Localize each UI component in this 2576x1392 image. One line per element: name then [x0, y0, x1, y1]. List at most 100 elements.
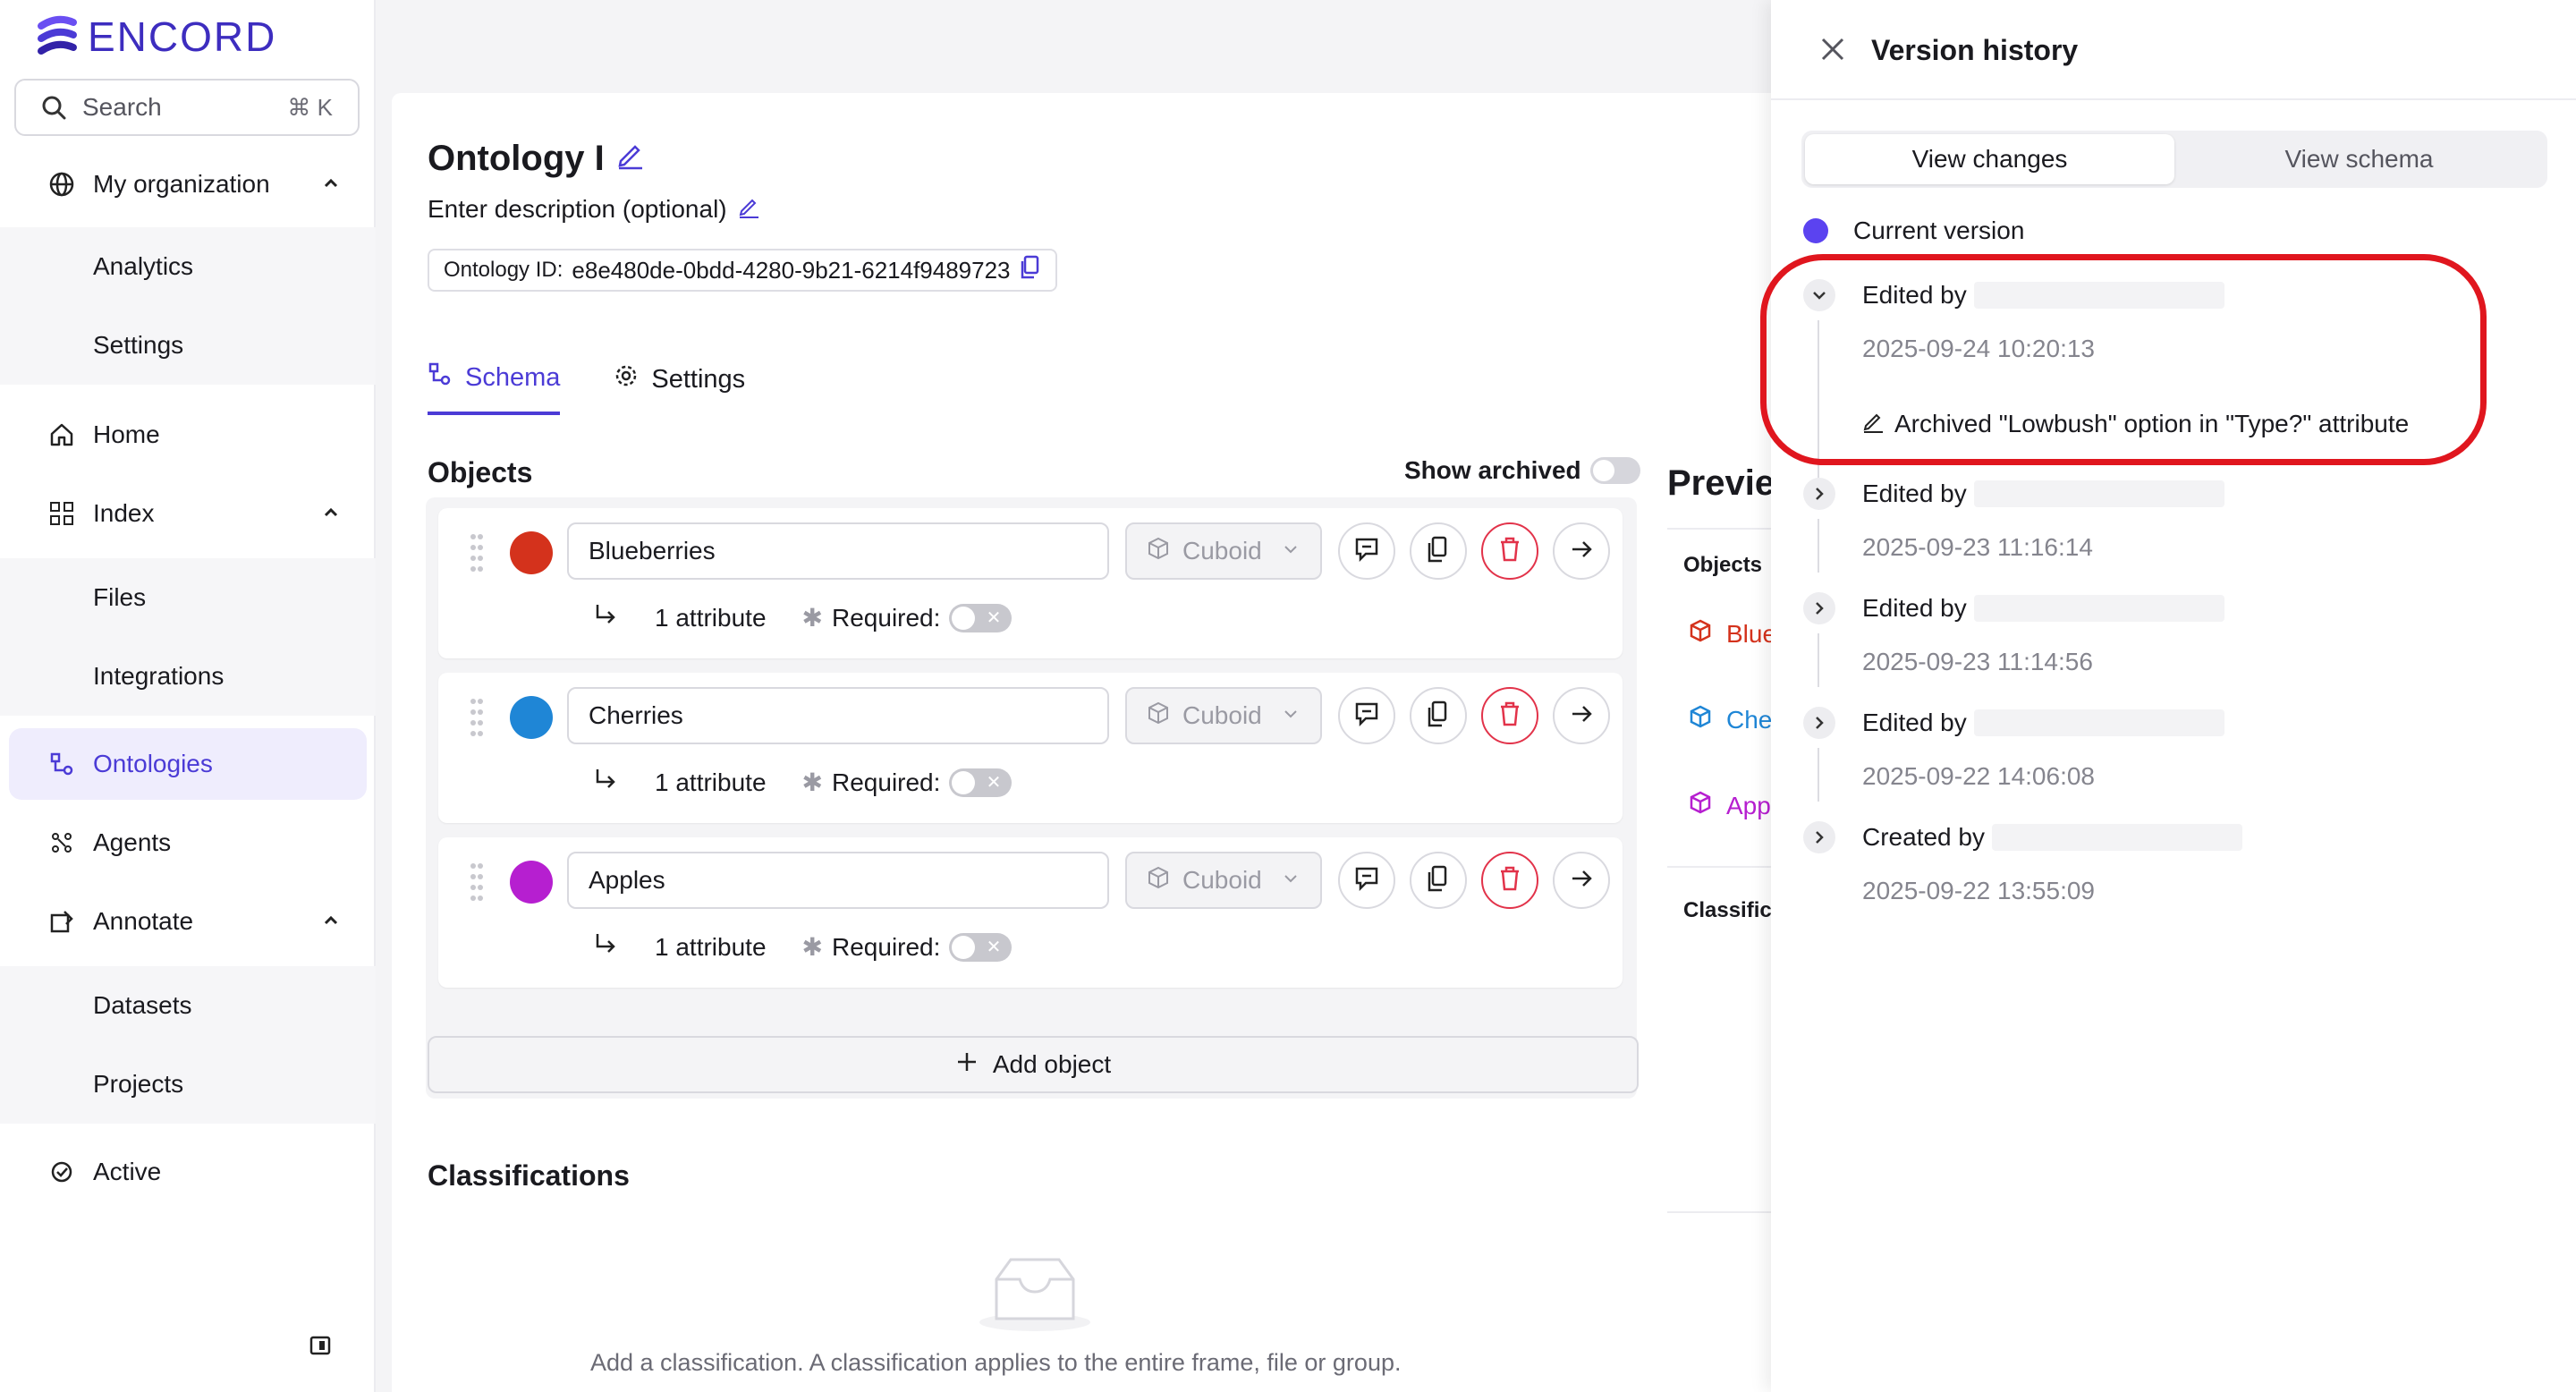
sidebar-item-analytics[interactable]: Analytics [0, 227, 376, 306]
copy-icon [1426, 865, 1451, 896]
preview-object-label: Che [1726, 705, 1773, 734]
duplicate-button[interactable] [1410, 687, 1467, 744]
delete-button[interactable] [1481, 687, 1538, 744]
sidebar-item-integrations[interactable]: Integrations [0, 637, 376, 716]
cube-icon [1689, 791, 1712, 820]
active-icon [47, 1159, 77, 1185]
home-icon [47, 421, 77, 448]
show-archived-toggle[interactable] [1589, 457, 1640, 484]
search-placeholder: Search [82, 93, 162, 121]
shape-select[interactable]: Cuboid [1125, 522, 1322, 580]
copy-icon [1426, 536, 1451, 567]
show-archived-control: Show archived [1404, 456, 1640, 485]
cube-icon [1147, 537, 1170, 566]
logo[interactable]: ENCORD [36, 13, 276, 61]
show-archived-label: Show archived [1404, 456, 1581, 484]
version-entry-header[interactable]: Edited by [1803, 707, 2537, 739]
chevron-right-icon [1803, 592, 1835, 624]
delete-button[interactable] [1481, 522, 1538, 580]
drag-handle-icon[interactable] [469, 531, 485, 579]
view-schema-button[interactable]: View schema [2174, 134, 2544, 184]
required-control: ✱ Required: [802, 603, 1013, 632]
asterisk-icon: ✱ [801, 768, 823, 796]
duplicate-button[interactable] [1410, 522, 1467, 580]
required-toggle[interactable] [949, 603, 1013, 632]
version-history-panel: Version history View changes View schema… [1771, 0, 2576, 1392]
sidebar-item-active[interactable]: Active [0, 1136, 376, 1208]
sidebar-item-home[interactable]: Home [0, 399, 376, 471]
sidebar-item-files[interactable]: Files [0, 558, 376, 637]
tab-settings[interactable]: Settings [614, 361, 745, 415]
app-root: ENCORD Search ⌘ K My organization Analyt… [0, 0, 2576, 1392]
open-object-button[interactable] [1553, 687, 1610, 744]
ontology-description: Enter description (optional) [428, 193, 761, 225]
close-icon[interactable] [1818, 34, 1848, 69]
attribute-count[interactable]: 1 attribute [655, 933, 767, 962]
chevron-up-icon [318, 499, 343, 530]
sidebar-item-settings[interactable]: Settings [0, 306, 376, 385]
drag-handle-icon[interactable] [469, 861, 485, 908]
sidebar-item-datasets[interactable]: Datasets [0, 966, 376, 1045]
drag-handle-icon[interactable] [469, 696, 485, 743]
open-object-button[interactable] [1553, 852, 1610, 909]
object-color-swatch[interactable] [510, 696, 553, 739]
view-changes-button[interactable]: View changes [1805, 134, 2174, 184]
sidebar-item-ontologies[interactable]: Ontologies [9, 728, 367, 800]
current-version-dot [1803, 218, 1828, 243]
required-toggle[interactable] [949, 932, 1013, 962]
attribute-count[interactable]: 1 attribute [655, 768, 767, 797]
collapse-sidebar-icon[interactable] [309, 1335, 331, 1361]
shape-select[interactable]: Cuboid [1125, 852, 1322, 909]
object-color-swatch[interactable] [510, 861, 553, 904]
annotate-icon [47, 908, 77, 935]
add-attribute-button[interactable] [1338, 687, 1395, 744]
tab-schema[interactable]: Schema [428, 361, 561, 415]
duplicate-button[interactable] [1410, 852, 1467, 909]
open-object-button[interactable] [1553, 522, 1610, 580]
shape-select[interactable]: Cuboid [1125, 687, 1322, 744]
search-input[interactable]: Search ⌘ K [14, 79, 360, 136]
arrow-right-icon [1569, 537, 1594, 566]
add-attribute-button[interactable] [1338, 522, 1395, 580]
sidebar-item-projects[interactable]: Projects [0, 1045, 376, 1124]
delete-button[interactable] [1481, 852, 1538, 909]
object-name-input[interactable]: Apples [567, 852, 1109, 909]
preview-object-item[interactable]: Blue [1689, 619, 1776, 649]
object-color-swatch[interactable] [510, 531, 553, 574]
shape-value: Cuboid [1182, 537, 1262, 564]
cube-icon [1689, 619, 1712, 649]
required-toggle[interactable] [949, 768, 1013, 797]
empty-state-text: Add a classification. A classification a… [590, 1349, 1402, 1376]
edit-description-icon[interactable] [736, 193, 761, 225]
sidebar-item-label: Ontologies [93, 750, 213, 777]
ontology-id-label: Ontology ID: [444, 258, 564, 282]
required-label: Required: [832, 768, 941, 796]
subdirectory-arrow-icon [592, 930, 619, 963]
sidebar-item-index[interactable]: Index [0, 478, 376, 549]
add-object-button[interactable]: Add object [428, 1036, 1639, 1093]
sidebar-item-my-organization[interactable]: My organization [0, 149, 376, 220]
version-entry-header[interactable]: Edited by [1803, 478, 2537, 510]
version-action: Edited by [1862, 709, 1967, 736]
current-version-row[interactable]: Current version [1803, 216, 2024, 245]
preview-object-item[interactable]: App [1689, 791, 1771, 820]
sidebar: ENCORD Search ⌘ K My organization Analyt… [0, 0, 376, 1392]
attribute-row: 1 attribute ✱ Required: [592, 930, 1013, 963]
sidebar-item-annotate[interactable]: Annotate [0, 886, 376, 957]
add-attribute-button[interactable] [1338, 852, 1395, 909]
edit-title-icon[interactable] [614, 138, 646, 179]
sidebar-item-agents[interactable]: Agents [0, 807, 376, 878]
preview-object-item[interactable]: Che [1689, 705, 1772, 734]
shape-value: Cuboid [1182, 701, 1262, 729]
attribute-count[interactable]: 1 attribute [655, 604, 767, 632]
object-name-input[interactable]: Blueberries [567, 522, 1109, 580]
version-entry-header[interactable]: Edited by [1803, 592, 2537, 624]
gear-icon [614, 363, 639, 395]
subdirectory-arrow-icon [592, 766, 619, 799]
tab-label: Settings [651, 364, 746, 394]
chevron-down-icon [1281, 701, 1301, 730]
version-entry-header[interactable]: Created by [1803, 821, 2537, 853]
chevron-right-icon [1803, 821, 1835, 853]
object-name-input[interactable]: Cherries [567, 687, 1109, 744]
copy-icon[interactable] [1020, 255, 1041, 286]
